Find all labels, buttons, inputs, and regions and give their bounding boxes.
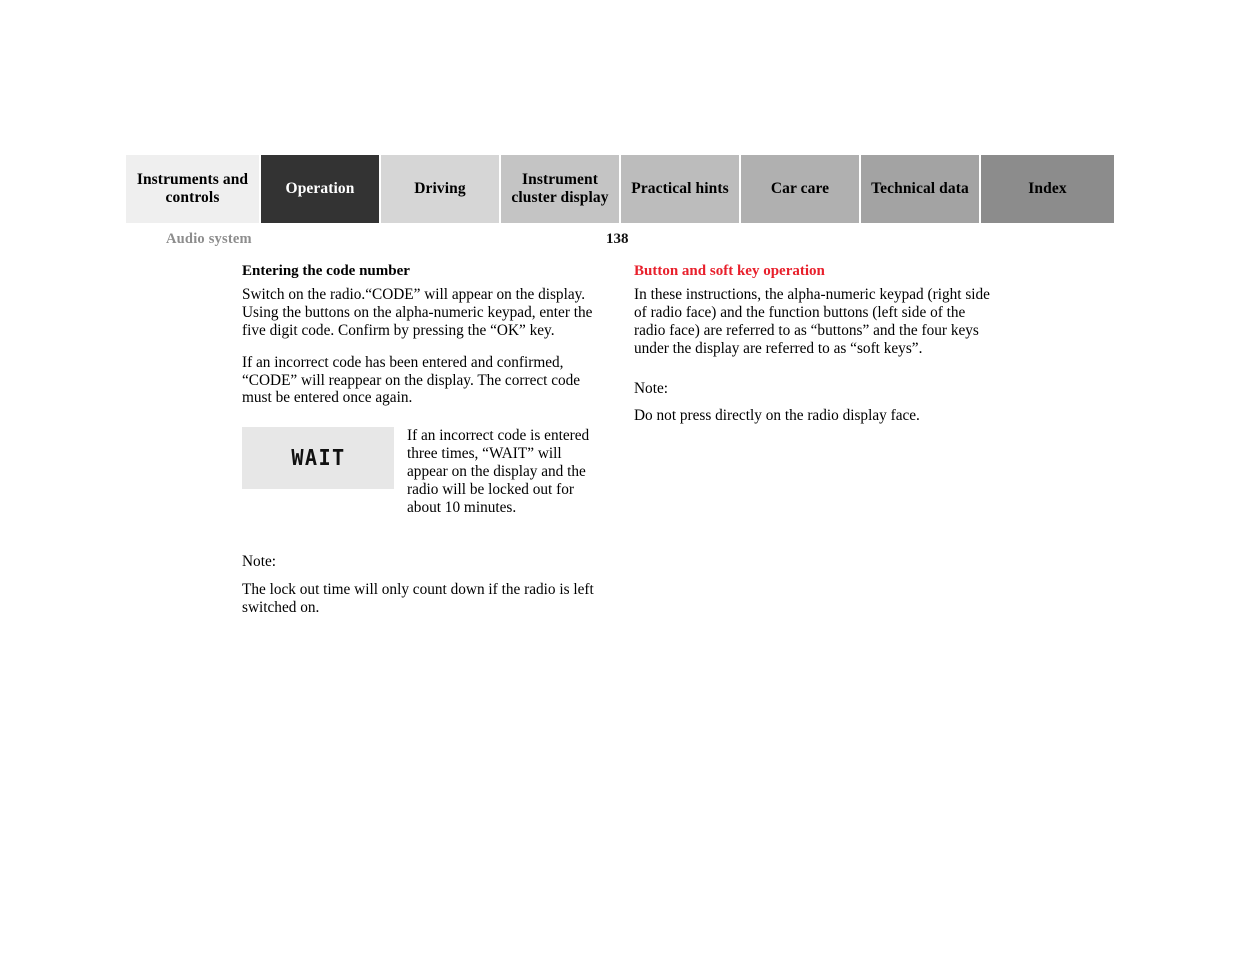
tab-label: Index bbox=[1028, 179, 1067, 197]
tab-label: Instrument cluster display bbox=[511, 170, 609, 206]
left-note-label: Note: bbox=[242, 552, 276, 570]
left-column-heading: Entering the code number bbox=[242, 263, 410, 279]
tab-index[interactable]: Index bbox=[981, 155, 1114, 223]
tab-operation[interactable]: Operation bbox=[261, 155, 379, 223]
lcd-wait-text: WAIT bbox=[290, 445, 346, 471]
tab-label: Technical data bbox=[871, 179, 969, 197]
tab-car-care[interactable]: Car care bbox=[741, 155, 859, 223]
tab-practical-hints[interactable]: Practical hints bbox=[621, 155, 739, 223]
wait-figure: WAIT If an incorrect code is entered thr… bbox=[242, 427, 598, 516]
tab-instruments-and-controls[interactable]: Instruments and controls bbox=[126, 155, 259, 223]
right-text-column: Button and soft key operation In these i… bbox=[634, 262, 990, 425]
right-column-heading: Button and soft key operation bbox=[634, 263, 825, 279]
right-note-label: Note: bbox=[634, 379, 668, 397]
page-number: 138 bbox=[606, 231, 629, 247]
section-title: Audio system bbox=[166, 231, 252, 247]
tab-instrument-cluster-display[interactable]: Instrument cluster display bbox=[501, 155, 619, 223]
right-note-text: Do not press directly on the radio displ… bbox=[634, 407, 920, 425]
tab-label: Car care bbox=[770, 179, 830, 197]
left-paragraph-1: Switch on the radio.“CODE” will appear o… bbox=[242, 286, 593, 339]
right-note-block: Note: Do not press directly on the radio… bbox=[634, 380, 990, 426]
radio-display-panel: WAIT bbox=[242, 427, 394, 490]
chapter-tab-bar: Instruments and controls Operation Drivi… bbox=[126, 155, 1114, 223]
tab-driving[interactable]: Driving bbox=[381, 155, 499, 223]
tab-technical-data[interactable]: Technical data bbox=[861, 155, 979, 223]
left-note-text: The lock out time will only count down i… bbox=[242, 580, 594, 616]
left-text-column: Entering the code number Switch on the r… bbox=[242, 262, 598, 616]
left-paragraph-2: If an incorrect code has been entered an… bbox=[242, 353, 581, 407]
right-paragraph-1: In these instructions, the alpha-numeric… bbox=[634, 286, 990, 357]
left-note-block: Note: The lock out time will only count … bbox=[242, 553, 598, 617]
running-head: Audio system 138 bbox=[166, 231, 1108, 251]
tab-label: Driving bbox=[414, 179, 466, 197]
tab-label: Instruments and controls bbox=[136, 170, 249, 206]
wait-figure-caption: If an incorrect code is entered three ti… bbox=[407, 427, 590, 516]
tab-label: Operation bbox=[285, 179, 355, 197]
tab-label: Practical hints bbox=[631, 179, 729, 197]
